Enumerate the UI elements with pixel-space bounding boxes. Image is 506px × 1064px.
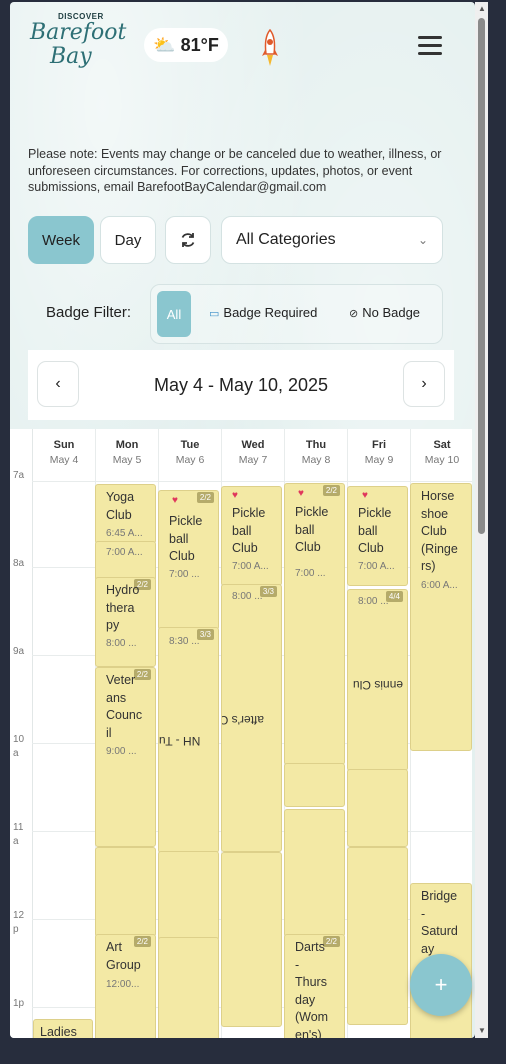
hour-label: 7a <box>13 470 25 481</box>
week-range-title: May 4 - May 10, 2025 <box>153 375 329 395</box>
event-thu-block2[interactable] <box>284 809 345 937</box>
day-view-button[interactable]: Day <box>100 216 156 264</box>
id-card-icon: ▭ <box>209 308 220 320</box>
event-tue-nh[interactable]: 3/3 8:30 ... NH - Tu <box>158 627 219 853</box>
header-divider <box>32 481 472 482</box>
pin-icon: ♥ <box>362 490 368 501</box>
week-view-button[interactable]: Week <box>28 216 94 264</box>
event-tue-block2[interactable] <box>158 937 219 1038</box>
event-tue-block1[interactable] <box>158 851 219 941</box>
week-navigator: ‹ May 4 - May 10, 2025 › <box>28 350 454 420</box>
event-veterans-council[interactable]: 2/2 Veter ans Counc il 9:00 ... <box>95 667 156 847</box>
hour-label: 11 a <box>13 822 24 847</box>
scroll-up-arrow-icon[interactable]: ▲ <box>478 5 486 13</box>
logo-line1: Barefoot <box>30 20 127 45</box>
day-header: Sun May 4 <box>33 439 95 466</box>
chevron-down-icon: ⌄ <box>417 233 428 247</box>
event-mon-block[interactable] <box>95 847 156 937</box>
logo-line2: Bay <box>50 44 92 69</box>
day-date: May 5 <box>112 454 142 466</box>
event-wed-block[interactable] <box>221 852 282 1027</box>
barefoot-bay-logo[interactable]: DISCOVER Barefoot Bay <box>28 12 128 74</box>
day-header: Thu May 8 <box>285 439 347 466</box>
refresh-button[interactable] <box>165 216 211 264</box>
refresh-icon <box>181 233 195 247</box>
day-header: Fri May 9 <box>348 439 410 466</box>
event-fri-tennis[interactable]: 4/4 8:00 ... ennis Clu <box>347 589 408 771</box>
day-header: Tue May 6 <box>159 439 221 466</box>
hour-label: 1p <box>13 998 25 1009</box>
event-wed-pickleball[interactable]: ♥ Pickle ball Club 7:00 A... <box>221 486 282 586</box>
partly-cloudy-icon: ⛅ <box>153 34 176 55</box>
day-name: Thu <box>305 439 327 451</box>
add-event-button[interactable]: + <box>410 954 472 1016</box>
event-art-group[interactable]: 2/2 Art Group 12:00... <box>95 934 156 1038</box>
day-header: Wed May 7 <box>222 439 284 466</box>
badge-filter-none[interactable]: ⊘ No Badge <box>349 305 420 320</box>
app-window: DISCOVER Barefoot Bay ⛅ 81°F Please note… <box>10 2 475 1038</box>
hour-label: 10 a <box>13 734 25 759</box>
day-name: Fri <box>371 439 387 451</box>
day-header: Sat May 10 <box>411 439 473 466</box>
temperature: 81°F <box>180 34 219 55</box>
day-name: Sat <box>433 439 451 451</box>
badge-filter-all[interactable]: All <box>157 291 191 337</box>
day-name: Wed <box>241 439 265 451</box>
event-hydrotherapy[interactable]: 2/2 Hydro thera py 8:00 ... <box>95 577 156 667</box>
day-date: May 10 <box>424 454 460 466</box>
badge-filter-group: All ▭ Badge Required ⊘ No Badge <box>150 284 443 344</box>
event-yoga-club[interactable]: Yoga Club 6:45 A... <box>95 484 156 544</box>
hour-label: 8a <box>13 558 25 569</box>
category-select-value: All Categories <box>236 231 336 248</box>
page-scrollbar[interactable]: ▲ ▼ <box>475 2 488 1038</box>
day-header: Mon May 5 <box>96 439 158 466</box>
day-name: Tue <box>180 439 200 451</box>
category-select[interactable]: All Categories ⌄ <box>221 216 443 264</box>
event-fri-block1[interactable] <box>347 769 408 847</box>
event-club[interactable]: 7:00 A... <box>95 541 156 581</box>
day-name: Sun <box>53 439 75 451</box>
hour-label: 12 p <box>13 910 25 935</box>
scroll-down-arrow-icon[interactable]: ▼ <box>478 1027 486 1035</box>
event-horseshoe-club[interactable]: Horse shoe Club (Ringe rs) 6:00 A... <box>410 483 472 751</box>
badge-filter-label: Badge Filter: <box>46 304 132 321</box>
day-date: May 7 <box>238 454 268 466</box>
hour-label: 9a <box>13 646 25 657</box>
event-wed-crafters[interactable]: 3/3 8:00 ... after's Cl <box>221 584 282 852</box>
weather-pill: ⛅ 81°F <box>144 28 228 62</box>
rocket-icon[interactable] <box>258 28 282 68</box>
day-date: May 6 <box>175 454 205 466</box>
event-ladies[interactable]: Ladies <box>33 1019 93 1038</box>
pin-icon: ♥ <box>172 495 178 506</box>
event-fri-block2[interactable] <box>347 847 408 1025</box>
day-date: May 4 <box>49 454 79 466</box>
scroll-thumb[interactable] <box>478 18 485 534</box>
day-name: Mon <box>115 439 139 451</box>
hamburger-menu-icon[interactable] <box>418 36 442 56</box>
event-thu-block1[interactable] <box>284 763 345 807</box>
day-date: May 9 <box>364 454 394 466</box>
notice-text: Please note: Events may change or be can… <box>28 147 442 194</box>
pin-icon: ♥ <box>298 488 304 499</box>
pin-icon: ♥ <box>232 490 238 501</box>
event-tue-pickleball[interactable]: ♥ 2/2 Pickle ball Club 7:00 ... <box>158 490 219 630</box>
next-week-button[interactable]: › <box>403 361 445 407</box>
week-calendar-grid: Sun May 4 Mon May 5 Tue May 6 Wed May 7 Thu May 8… <box>10 429 472 1038</box>
no-entry-icon: ⊘ <box>349 308 359 320</box>
event-fri-pickleball[interactable]: ♥ Pickle ball Club 7:00 A... <box>347 486 408 586</box>
event-thu-pickleball[interactable]: ♥ 2/2 Pickle ball Club 7:00 ... <box>284 483 345 765</box>
event-darts[interactable]: 2/2 Darts - Thurs day (Wom en's) <box>284 934 345 1038</box>
day-date: May 8 <box>301 454 331 466</box>
badge-filter-required[interactable]: ▭ Badge Required <box>209 305 317 320</box>
